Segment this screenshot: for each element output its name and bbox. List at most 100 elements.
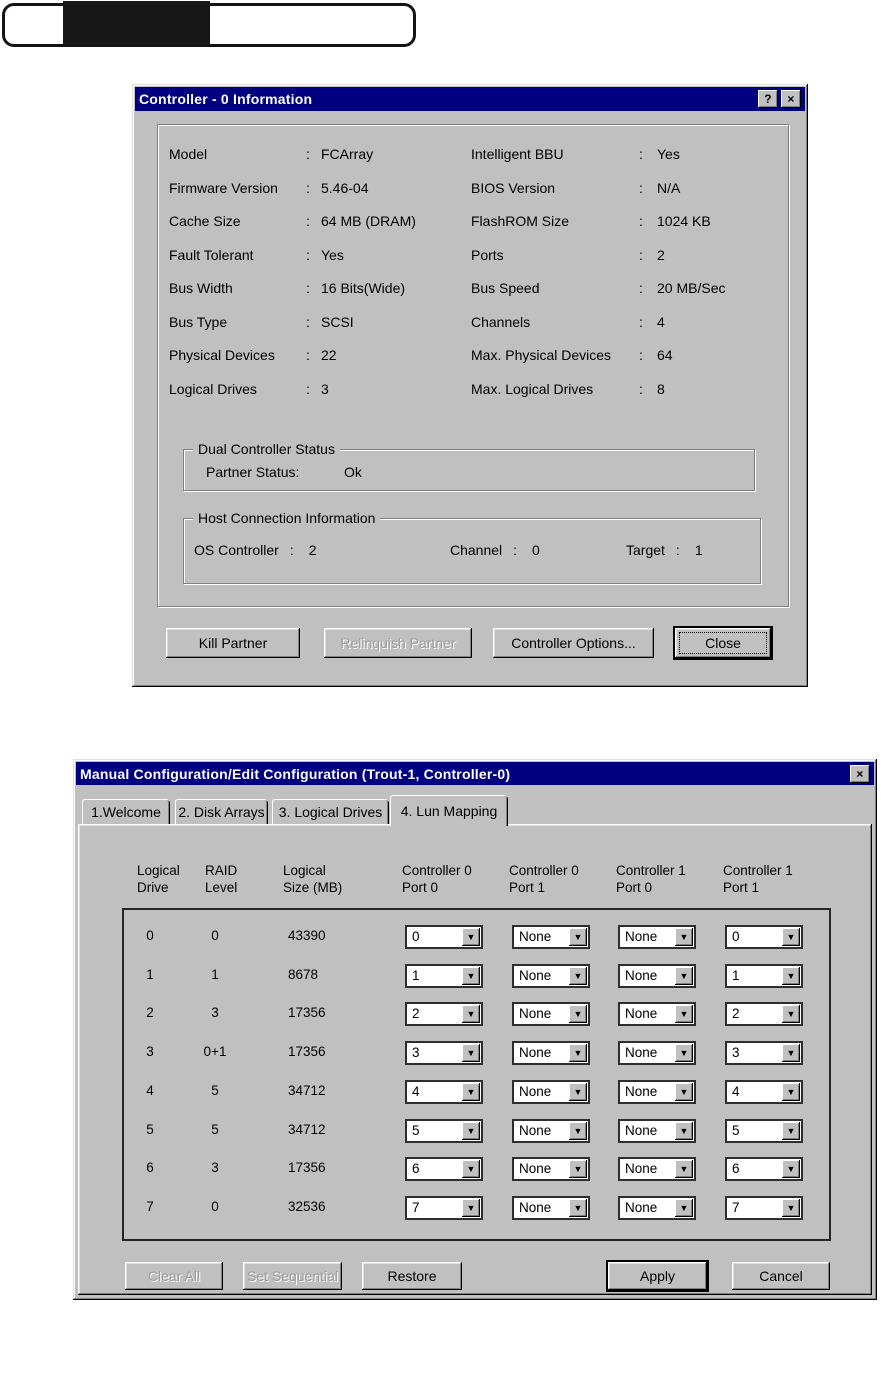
lun-select-controller0-port1[interactable]: None ▼	[512, 963, 590, 988]
dropdown-arrow-icon[interactable]: ▼	[782, 1121, 800, 1140]
field-value: 1	[694, 542, 703, 558]
lun-select-controller1-port0[interactable]: None ▼	[618, 1002, 696, 1027]
lun-selected-value: None	[519, 1161, 552, 1177]
info-colon: :	[639, 213, 643, 229]
dropdown-arrow-icon[interactable]: ▼	[569, 1044, 587, 1063]
info-colon: :	[639, 347, 643, 363]
apply-button[interactable]: Apply	[608, 1262, 707, 1290]
lun-select-controller0-port0[interactable]: 1 ▼	[405, 963, 483, 988]
column-header-line1: Controller 0	[402, 863, 472, 878]
dropdown-arrow-icon[interactable]: ▼	[462, 1121, 480, 1140]
lun-select-controller1-port1[interactable]: 7 ▼	[725, 1195, 803, 1220]
close-icon[interactable]: ×	[781, 90, 801, 108]
lun-select-controller1-port1[interactable]: 1 ▼	[725, 963, 803, 988]
dropdown-arrow-icon[interactable]: ▼	[462, 1082, 480, 1101]
dropdown-arrow-icon[interactable]: ▼	[782, 1198, 800, 1217]
lun-selected-value: 0	[732, 929, 740, 944]
tab-4-lun-mapping[interactable]: 4. Lun Mapping	[390, 795, 508, 826]
kill-partner-button[interactable]: Kill Partner	[166, 628, 300, 658]
host-connection-field: Channel:0	[450, 542, 540, 558]
lun-selected-value: None	[625, 1083, 658, 1099]
restore-button[interactable]: Restore	[362, 1262, 462, 1290]
logical-drive-cell: 4	[146, 1082, 154, 1098]
lun-select-controller0-port0[interactable]: 6 ▼	[405, 1157, 483, 1182]
lun-select-controller1-port0[interactable]: None ▼	[618, 1157, 696, 1182]
dropdown-arrow-icon[interactable]: ▼	[675, 928, 693, 946]
cancel-button[interactable]: Cancel	[732, 1262, 830, 1290]
dropdown-arrow-icon[interactable]: ▼	[462, 1198, 480, 1217]
lun-selected-value: None	[519, 929, 552, 944]
dropdown-arrow-icon[interactable]: ▼	[675, 1121, 693, 1140]
lun-select-controller1-port0[interactable]: None ▼	[618, 1041, 696, 1066]
tab-2-disk-arrays[interactable]: 2. Disk Arrays	[175, 799, 268, 824]
lun-select-controller1-port1[interactable]: 0 ▼	[725, 925, 803, 949]
lun-select-controller0-port0[interactable]: 7 ▼	[405, 1195, 483, 1220]
dropdown-arrow-icon[interactable]: ▼	[675, 1198, 693, 1217]
dropdown-arrow-icon[interactable]: ▼	[569, 1121, 587, 1140]
dropdown-arrow-icon[interactable]: ▼	[569, 1005, 587, 1024]
lun-selected-value: 6	[412, 1161, 420, 1177]
dropdown-arrow-icon[interactable]: ▼	[462, 966, 480, 985]
dropdown-arrow-icon[interactable]: ▼	[569, 966, 587, 985]
lun-select-controller1-port1[interactable]: 2 ▼	[725, 1002, 803, 1027]
dropdown-arrow-icon[interactable]: ▼	[462, 1005, 480, 1024]
tab-3-logical-drives[interactable]: 3. Logical Drives	[272, 799, 389, 824]
logical-size-cell: 32536	[288, 1198, 326, 1214]
lun-select-controller0-port1[interactable]: None ▼	[512, 925, 590, 949]
lun-select-controller0-port0[interactable]: 4 ▼	[405, 1079, 483, 1104]
logical-size-cell: 34712	[288, 1082, 326, 1098]
dropdown-arrow-icon[interactable]: ▼	[675, 1005, 693, 1024]
dropdown-arrow-icon[interactable]: ▼	[462, 1044, 480, 1063]
lun-selected-value: None	[625, 1045, 658, 1061]
lun-select-controller0-port1[interactable]: None ▼	[512, 1118, 590, 1143]
dropdown-arrow-icon[interactable]: ▼	[782, 1160, 800, 1179]
column-header: RAID Level	[205, 862, 237, 896]
close-icon[interactable]: ×	[850, 764, 870, 783]
lun-select-controller1-port0[interactable]: None ▼	[618, 1195, 696, 1220]
help-icon[interactable]: ?	[758, 90, 778, 108]
lun-select-controller0-port0[interactable]: 3 ▼	[405, 1041, 483, 1066]
lun-select-controller1-port1[interactable]: 5 ▼	[725, 1118, 803, 1143]
dropdown-arrow-icon[interactable]: ▼	[462, 928, 480, 946]
dropdown-arrow-icon[interactable]: ▼	[675, 966, 693, 985]
dropdown-arrow-icon[interactable]: ▼	[569, 1198, 587, 1217]
lun-select-controller1-port0[interactable]: None ▼	[618, 925, 696, 949]
lun-selected-value: 7	[732, 1199, 740, 1215]
controller-options-button[interactable]: Controller Options...	[493, 628, 654, 658]
raid-level-cell: 0	[211, 1198, 219, 1214]
field-colon: :	[675, 542, 680, 558]
lun-select-controller1-port1[interactable]: 6 ▼	[725, 1157, 803, 1182]
lun-select-controller1-port0[interactable]: None ▼	[618, 1118, 696, 1143]
lun-select-controller1-port1[interactable]: 3 ▼	[725, 1041, 803, 1066]
relinquish-partner-button: Relinquish Partner	[324, 628, 472, 658]
dropdown-arrow-icon[interactable]: ▼	[782, 966, 800, 985]
info-colon: :	[639, 313, 643, 330]
lun-select-controller0-port1[interactable]: None ▼	[512, 1157, 590, 1182]
lun-selected-value: None	[519, 1122, 552, 1138]
lun-select-controller0-port1[interactable]: None ▼	[512, 1041, 590, 1066]
close-button[interactable]: Close	[675, 628, 771, 658]
dropdown-arrow-icon[interactable]: ▼	[782, 928, 800, 946]
dropdown-arrow-icon[interactable]: ▼	[675, 1160, 693, 1179]
lun-select-controller0-port1[interactable]: None ▼	[512, 1002, 590, 1027]
lun-select-controller1-port0[interactable]: None ▼	[618, 963, 696, 988]
tab-1-welcome[interactable]: 1.Welcome	[82, 799, 170, 824]
dropdown-arrow-icon[interactable]: ▼	[782, 1044, 800, 1063]
dropdown-arrow-icon[interactable]: ▼	[675, 1044, 693, 1063]
dropdown-arrow-icon[interactable]: ▼	[782, 1005, 800, 1024]
column-header: Controller 1 Port 1	[723, 862, 793, 896]
dropdown-arrow-icon[interactable]: ▼	[569, 928, 587, 946]
lun-select-controller0-port1[interactable]: None ▼	[512, 1195, 590, 1220]
lun-select-controller0-port0[interactable]: 0 ▼	[405, 925, 483, 949]
dropdown-arrow-icon[interactable]: ▼	[782, 1082, 800, 1101]
lun-select-controller1-port0[interactable]: None ▼	[618, 1079, 696, 1104]
lun-select-controller1-port1[interactable]: 4 ▼	[725, 1079, 803, 1104]
dropdown-arrow-icon[interactable]: ▼	[569, 1082, 587, 1101]
field-colon: :	[289, 542, 294, 558]
dropdown-arrow-icon[interactable]: ▼	[569, 1160, 587, 1179]
dropdown-arrow-icon[interactable]: ▼	[675, 1082, 693, 1101]
lun-select-controller0-port0[interactable]: 2 ▼	[405, 1002, 483, 1027]
dropdown-arrow-icon[interactable]: ▼	[462, 1160, 480, 1179]
lun-select-controller0-port0[interactable]: 5 ▼	[405, 1118, 483, 1143]
lun-select-controller0-port1[interactable]: None ▼	[512, 1079, 590, 1104]
